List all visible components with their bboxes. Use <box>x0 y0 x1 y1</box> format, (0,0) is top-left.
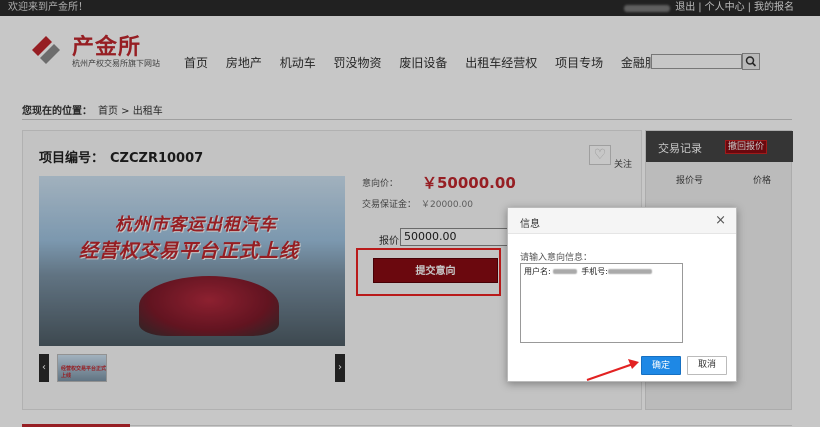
dialog-title: 信息 <box>520 219 540 230</box>
annotation-arrow-icon <box>586 359 639 381</box>
dialog-prompt: 请输入意向信息： <box>520 253 593 263</box>
masked-username-value <box>552 269 577 274</box>
cancel-button[interactable]: 取消 <box>687 356 727 375</box>
masked-phone-value <box>607 269 652 274</box>
close-icon[interactable]: × <box>715 213 726 228</box>
phone-label: 手机号: <box>581 267 608 276</box>
confirm-button[interactable]: 确定 <box>641 356 681 375</box>
username-label: 用户名: <box>524 267 551 276</box>
intent-info-textarea[interactable]: 用户名: 手机号: <box>520 263 683 343</box>
dialog-header: 信息 × <box>508 208 736 234</box>
